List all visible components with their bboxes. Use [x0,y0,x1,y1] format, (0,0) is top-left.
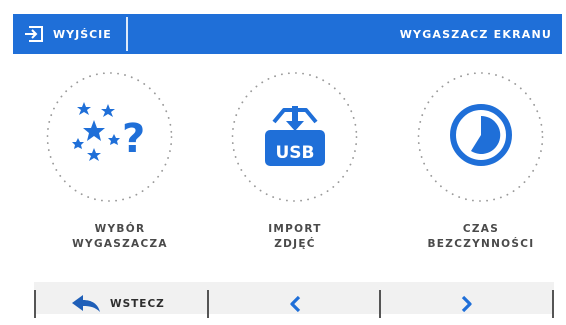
footer-divider [379,290,381,318]
back-button[interactable]: WSTECZ [70,292,165,316]
usb-icon-text: USB [275,143,314,163]
usb-import-icon: USB [260,100,330,174]
idle-time-label-line1: CZAS [462,223,500,235]
svg-text:?: ? [122,116,145,162]
select-screensaver-tile[interactable]: ? [42,68,177,206]
next-button[interactable] [455,292,479,316]
footer-divider [207,290,209,318]
import-photos-tile[interactable]: USB [227,68,362,206]
clock-timer-icon [448,102,514,172]
footer-divider [552,290,554,318]
exit-icon [23,24,45,44]
select-screensaver-label-line1: WYBÓR [94,223,146,235]
header-bar: WYJŚCIE WYGASZACZ EKRANU [13,14,562,54]
screen-title: WYGASZACZ EKRANU [399,27,552,41]
idle-time-label-line2: BEZCZYNNOŚCI [427,238,535,250]
stars-question-icon: ? [70,100,150,174]
back-arrow-icon [70,294,102,314]
idle-time-label[interactable]: CZAS BEZCZYNNOŚCI [401,222,561,252]
exit-label: WYJŚCIE [53,27,112,41]
select-screensaver-label[interactable]: WYBÓR WYGASZACZA [40,222,200,252]
chevron-left-icon [288,295,302,313]
chevron-right-icon [460,295,474,313]
idle-time-tile[interactable] [413,68,548,206]
import-photos-label-line2: ZDJĘĆ [274,238,316,250]
import-photos-label-line1: IMPORT [268,223,322,235]
footer-divider [34,290,36,318]
previous-button[interactable] [283,292,307,316]
select-screensaver-label-line2: WYGASZACZA [72,238,168,250]
back-label: WSTECZ [110,298,165,310]
import-photos-label[interactable]: IMPORT ZDJĘĆ [215,222,375,252]
exit-button[interactable]: WYJŚCIE [13,17,128,51]
